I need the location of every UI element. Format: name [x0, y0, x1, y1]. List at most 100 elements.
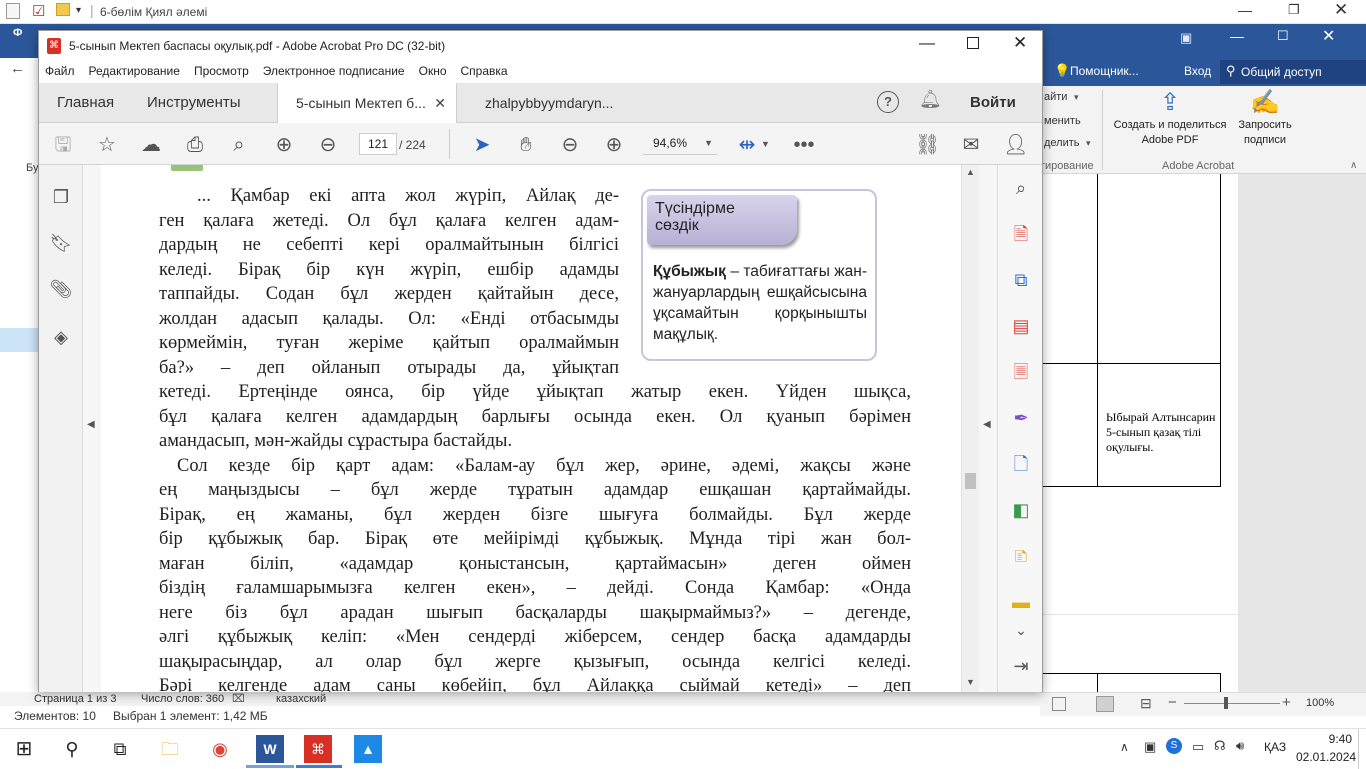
word-app-icon[interactable]: W: [256, 735, 284, 763]
ribbon-collapse-icon[interactable]: ∧: [1350, 160, 1357, 171]
page-down-icon[interactable]: ⊖: [316, 133, 340, 157]
ribbon-display-icon[interactable]: ▣: [1180, 30, 1192, 46]
menu-view[interactable]: Просмотр: [194, 64, 249, 78]
zoom-select[interactable]: 94,6% ▼: [643, 133, 717, 155]
search-zoom-icon[interactable]: ⌕: [227, 133, 251, 157]
replace-button[interactable]: менить: [1044, 115, 1081, 127]
compare-icon[interactable]: ◧: [1008, 497, 1034, 523]
find-button[interactable]: айти: [1044, 91, 1067, 103]
network-icon[interactable]: ☊: [1214, 738, 1226, 754]
tab-document-2[interactable]: zhalpybbyymdaryn...: [467, 83, 631, 123]
cloud-upload-icon[interactable]: ☁: [139, 133, 163, 157]
menu-window[interactable]: Окно: [419, 64, 447, 78]
layers-icon[interactable]: ◈: [49, 325, 73, 349]
pages-thumbnail-icon[interactable]: ❐: [49, 185, 73, 209]
request-signatures-button[interactable]: ✍ Запросить подписи: [1232, 88, 1298, 158]
task-view-icon[interactable]: ⧉: [106, 735, 134, 763]
word-zoom-level[interactable]: 100%: [1306, 697, 1334, 709]
new-folder-icon[interactable]: [56, 3, 70, 16]
language-indicator[interactable]: ҚАЗ: [1264, 740, 1286, 754]
tell-me-box[interactable]: Помощник...: [1070, 64, 1139, 78]
print-layout-icon[interactable]: [1096, 696, 1114, 712]
tray-chevron-icon[interactable]: ∧: [1120, 740, 1129, 754]
volume-icon[interactable]: 🔊︎: [1236, 738, 1244, 754]
page-up-icon[interactable]: ⊕: [272, 133, 296, 157]
word-scrollbar[interactable]: [1244, 174, 1256, 692]
proofing-icon[interactable]: ⌧: [232, 692, 245, 705]
word-count[interactable]: Число слов: 360: [141, 693, 224, 705]
tray-skype-icon[interactable]: S: [1166, 738, 1182, 754]
bookmarks-icon[interactable]: 🔖︎: [49, 231, 73, 255]
file-explorer-icon[interactable]: 🗀︎: [156, 735, 184, 763]
acrobat-app-icon[interactable]: ⌘: [304, 735, 332, 763]
notification-bell-icon[interactable]: 🔔︎: [919, 89, 942, 110]
clock-date[interactable]: 02.01.2024: [1296, 750, 1356, 764]
save-icon[interactable]: 🖫︎: [51, 133, 75, 157]
menu-edit[interactable]: Редактирование: [89, 64, 180, 78]
acrobat-minimize-icon[interactable]: —: [919, 35, 935, 53]
send-sign-icon[interactable]: 🗋︎: [1008, 451, 1034, 477]
email-icon[interactable]: ✉: [959, 133, 983, 157]
start-windows-icon[interactable]: ⊞: [10, 735, 38, 763]
more-tools-chevron-icon[interactable]: ⌄: [1008, 617, 1034, 643]
page-count[interactable]: Страница 1 из 3: [34, 693, 116, 705]
zoom-in-icon[interactable]: ⊕: [602, 133, 626, 157]
fill-sign-icon[interactable]: ✒: [1008, 405, 1034, 431]
share-button[interactable]: ⚲ Общий доступ: [1220, 60, 1366, 84]
select-button[interactable]: делить: [1044, 137, 1080, 149]
create-share-pdf-button[interactable]: ⇪ Создать и поделиться Adobe PDF: [1108, 88, 1232, 158]
add-user-icon[interactable]: 👤︎: [1003, 133, 1028, 157]
select-chevron-icon[interactable]: ▾: [1086, 138, 1091, 149]
organize-pages-icon[interactable]: ▤: [1008, 313, 1034, 339]
web-layout-icon[interactable]: ⊟: [1140, 695, 1152, 712]
page-fit-icon[interactable]: ⇹: [735, 133, 759, 157]
clock-time[interactable]: 9:40: [1302, 732, 1352, 746]
search-icon[interactable]: ⚲: [58, 735, 86, 763]
collapse-pane-icon[interactable]: ⇥: [1008, 653, 1034, 679]
collapse-right-arrow-icon[interactable]: ◀: [983, 419, 991, 430]
explorer-close-icon[interactable]: ✕: [1334, 0, 1348, 20]
acrobat-close-icon[interactable]: ✕: [1013, 33, 1027, 53]
help-icon[interactable]: ?: [877, 91, 899, 113]
show-desktop[interactable]: [1358, 729, 1359, 769]
back-arrow-icon[interactable]: ←: [10, 60, 25, 77]
search-tool-icon[interactable]: ⌕: [1008, 175, 1034, 201]
battery-icon[interactable]: ▭: [1192, 739, 1204, 755]
menu-help[interactable]: Справка: [461, 64, 508, 78]
word-restore-icon[interactable]: ☐: [1277, 28, 1289, 44]
scroll-up-icon[interactable]: ▲: [966, 167, 975, 177]
zoom-out-icon[interactable]: ⊖: [558, 133, 582, 157]
word-minimize-icon[interactable]: —: [1230, 28, 1244, 44]
word-close-icon[interactable]: ✕: [1322, 26, 1335, 46]
word-file-tab[interactable]: Ф: [13, 27, 22, 39]
quick-access-chevron-icon[interactable]: ▾: [76, 5, 81, 16]
create-pdf-icon[interactable]: 🗎︎: [1008, 221, 1034, 247]
comment-icon[interactable]: ▬: [1008, 589, 1034, 615]
zoom-in-icon[interactable]: +: [1282, 694, 1291, 711]
focus-icon[interactable]: [1052, 697, 1066, 711]
bookmark-star-icon[interactable]: ☆: [95, 133, 119, 157]
photos-app-icon[interactable]: ▲: [354, 735, 382, 763]
explorer-minimize-icon[interactable]: —: [1238, 2, 1252, 18]
scroll-down-icon[interactable]: ▼: [966, 677, 975, 687]
zoom-slider-track[interactable]: [1184, 703, 1280, 704]
stamp-icon[interactable]: 🗈︎: [1008, 543, 1034, 569]
attachment-icon[interactable]: 📎︎: [49, 277, 73, 301]
menu-file[interactable]: Файл: [45, 64, 75, 78]
chrome-icon[interactable]: ◉: [206, 735, 234, 763]
properties-check-icon[interactable]: ☑: [32, 2, 45, 20]
tab-home[interactable]: Главная: [39, 83, 132, 123]
tab-document-1[interactable]: 5-сынып Мектеп б... ✕: [277, 83, 457, 123]
acrobat-maximize-icon[interactable]: [967, 37, 979, 49]
explorer-restore-icon[interactable]: ❐: [1288, 2, 1300, 18]
signin-button[interactable]: Войти: [970, 94, 1016, 111]
scroll-thumb[interactable]: [965, 473, 976, 489]
tab-tools[interactable]: Инструменты: [129, 83, 259, 123]
word-signin[interactable]: Вход: [1184, 64, 1211, 78]
pdf-vertical-scrollbar[interactable]: ▲ ▼: [961, 165, 979, 692]
fit-chevron-icon[interactable]: ▼: [761, 139, 770, 149]
collapse-left-arrow-icon[interactable]: ◀: [87, 419, 95, 430]
selected-row[interactable]: [0, 328, 40, 352]
combine-files-icon[interactable]: ⧉: [1008, 267, 1034, 293]
zoom-out-icon[interactable]: −: [1168, 694, 1177, 711]
